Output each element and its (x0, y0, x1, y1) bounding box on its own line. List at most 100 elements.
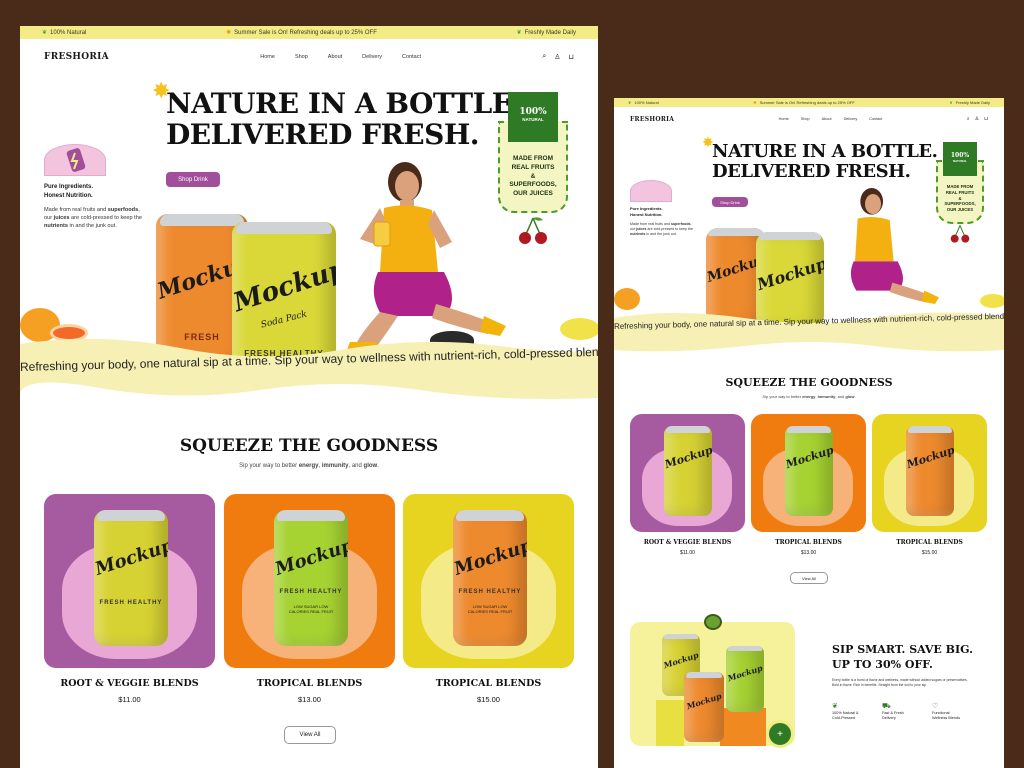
nav-shop[interactable]: Shop (801, 117, 810, 121)
feature-line: Cold-Pressed (832, 716, 856, 721)
sub-text: Sip your way to better (239, 463, 299, 469)
leaf-icon: ❦ (832, 703, 838, 710)
heart-icon: ♡ (932, 703, 939, 710)
cart-icon[interactable]: ⊔ (569, 53, 574, 61)
product-card[interactable]: Mockup (630, 414, 745, 532)
can-brand: Mockup (756, 253, 824, 294)
search-icon[interactable]: ⌕ (542, 53, 546, 61)
nav-icons: ⌕ ♙ ⊔ (967, 116, 988, 122)
can-rim (758, 232, 822, 240)
sub-bold: immunity (321, 463, 349, 469)
desc-text: in and the junk out. (67, 223, 117, 230)
nav-contact[interactable]: Contact (402, 54, 421, 60)
nav-links: Home Shop About Delivery Contact (779, 117, 883, 121)
hero-title: NATURE IN A BOTTLE. DELIVERED FRESH. (166, 88, 522, 151)
sub-text: , and (835, 394, 846, 399)
hero-description: Made from real fruits and superfoods, ou… (44, 206, 144, 230)
nav-home[interactable]: Home (779, 117, 789, 121)
section-title: SQUEEZE THE GOODNESS (179, 436, 439, 456)
product-price: $15.00 (921, 550, 938, 556)
promo-can: Mockup (726, 646, 764, 712)
product-name[interactable]: TROPICAL BLENDS (751, 539, 866, 546)
section-title: SQUEEZE THE GOODNESS (725, 376, 893, 389)
can-brand: Mockup (726, 663, 764, 684)
logo[interactable]: FRESHORIA (44, 52, 109, 62)
nav-about[interactable]: About (328, 54, 342, 60)
user-icon[interactable]: ♙ (975, 116, 979, 122)
promo-description: Every bottle is a burst of flavor and we… (832, 678, 992, 688)
shop-drink-button[interactable]: Shop Drink (166, 172, 220, 187)
nav-delivery[interactable]: Delivery (844, 117, 858, 121)
can-rim (665, 426, 711, 434)
cherries-icon (950, 225, 970, 243)
desc-text: are cold-pressed to keep the (69, 215, 142, 222)
tagline-line-2: Honest Nutrition. (44, 193, 93, 199)
product-can: Mockup FRESH HEALTHY LOW SUGAR LOW CALOR… (453, 510, 527, 646)
feature-item: ❦ 100% Natural & Cold-Pressed (832, 702, 859, 721)
logo[interactable]: FRESHORIA (630, 116, 674, 123)
sub-bold: energy (802, 394, 816, 399)
search-icon[interactable]: ⌕ (967, 116, 970, 122)
nav-home[interactable]: Home (260, 54, 275, 60)
leaf-icon: ❦ (42, 30, 48, 36)
lemon-fruit (560, 318, 598, 340)
user-icon[interactable]: ♙ (554, 53, 560, 61)
product-can: Mockup (785, 426, 833, 516)
can-small-print: LOW SUGAR LOW CALORIES REAL FRUIT (288, 603, 334, 615)
nav-contact[interactable]: Contact (869, 117, 882, 121)
can-brand: Mockup (906, 443, 954, 472)
can-label: FRESH HEALTHY (279, 588, 343, 595)
seal-word: NATURAL (522, 117, 544, 122)
model-woman-image (346, 162, 506, 352)
promo-arrow-button[interactable]: + (766, 720, 794, 748)
natural-seal: 100% NATURAL (508, 92, 558, 142)
nav-about[interactable]: About (822, 117, 832, 121)
cherries-icon (519, 217, 547, 244)
seal-percent: 100% (950, 152, 970, 159)
can-brand: Mockup (453, 534, 527, 580)
promo-pedestal (656, 700, 684, 746)
view-all-button[interactable]: View All (790, 572, 828, 584)
energy-drink-illustration (44, 144, 106, 176)
feature-line: Delivery (882, 716, 896, 721)
sub-bold: glow (363, 463, 378, 469)
view-all-button[interactable]: View All (284, 726, 336, 744)
desc-bold: superfoods (670, 222, 691, 226)
product-card[interactable]: Mockup FRESH HEALTHY LOW SUGAR LOW CALOR… (403, 494, 574, 668)
section-subtitle: Sip your way to better energy, immunity,… (20, 463, 598, 469)
product-can: Mockup (664, 426, 712, 516)
desc-text: are cold-pressed to keep the (646, 227, 693, 232)
announcement-bar: ❦ 100% Natural ✺ Summer Sale is On! Refres… (20, 26, 598, 39)
product-can: Mockup FRESH HEALTHY LOW SUGAR LOW CALOR… (274, 510, 348, 646)
product-name[interactable]: TROPICAL BLENDS (403, 678, 574, 689)
can-rim (685, 672, 723, 678)
product-card[interactable]: Mockup FRESH HEALTHY LOW SUGAR LOW CALOR… (224, 494, 395, 668)
leaf-icon: ❦ (949, 100, 953, 105)
product-card[interactable]: Mockup (872, 414, 987, 532)
product-name[interactable]: TROPICAL BLENDS (872, 539, 987, 546)
sub-text: . (377, 463, 379, 469)
sub-text: . (854, 394, 856, 399)
topbar-left-text: 100% Natural (634, 100, 659, 105)
hero-tagline: Pure Ingredients. Honest Nutrition. (630, 206, 663, 218)
promo-title-line-1: SIP SMART. SAVE BIG. (832, 643, 973, 656)
product-name[interactable]: ROOT & VEGGIE BLENDS (630, 539, 745, 546)
product-card[interactable]: Mockup FRESH HEALTHY (44, 494, 215, 668)
product-card[interactable]: Mockup (751, 414, 866, 532)
feature-line: Wellness Blends (932, 716, 960, 721)
desc-bold: nutrients (630, 232, 646, 237)
badge-line: OUR JUICES (946, 207, 974, 213)
nav-delivery[interactable]: Delivery (362, 54, 382, 60)
nav-icons: ⌕ ♙ ⊔ (542, 53, 574, 61)
can-label: FRESH HEALTHY (458, 588, 522, 595)
section-subtitle: Sip your way to better energy, immunity,… (614, 394, 1004, 399)
topbar-right-text: Freshly Made Daily (955, 100, 990, 105)
hero-title-line-1: NATURE IN A BOTTLE. (712, 141, 938, 162)
nav-links: Home Shop About Delivery Contact (260, 54, 421, 60)
nav-shop[interactable]: Shop (295, 54, 308, 60)
sub-text: Sip your way to better (762, 394, 803, 399)
product-name[interactable]: ROOT & VEGGIE BLENDS (44, 678, 215, 689)
cart-icon[interactable]: ⊔ (984, 116, 988, 122)
product-name[interactable]: TROPICAL BLENDS (224, 678, 395, 689)
shop-drink-button[interactable]: Shop Drink (712, 197, 748, 207)
